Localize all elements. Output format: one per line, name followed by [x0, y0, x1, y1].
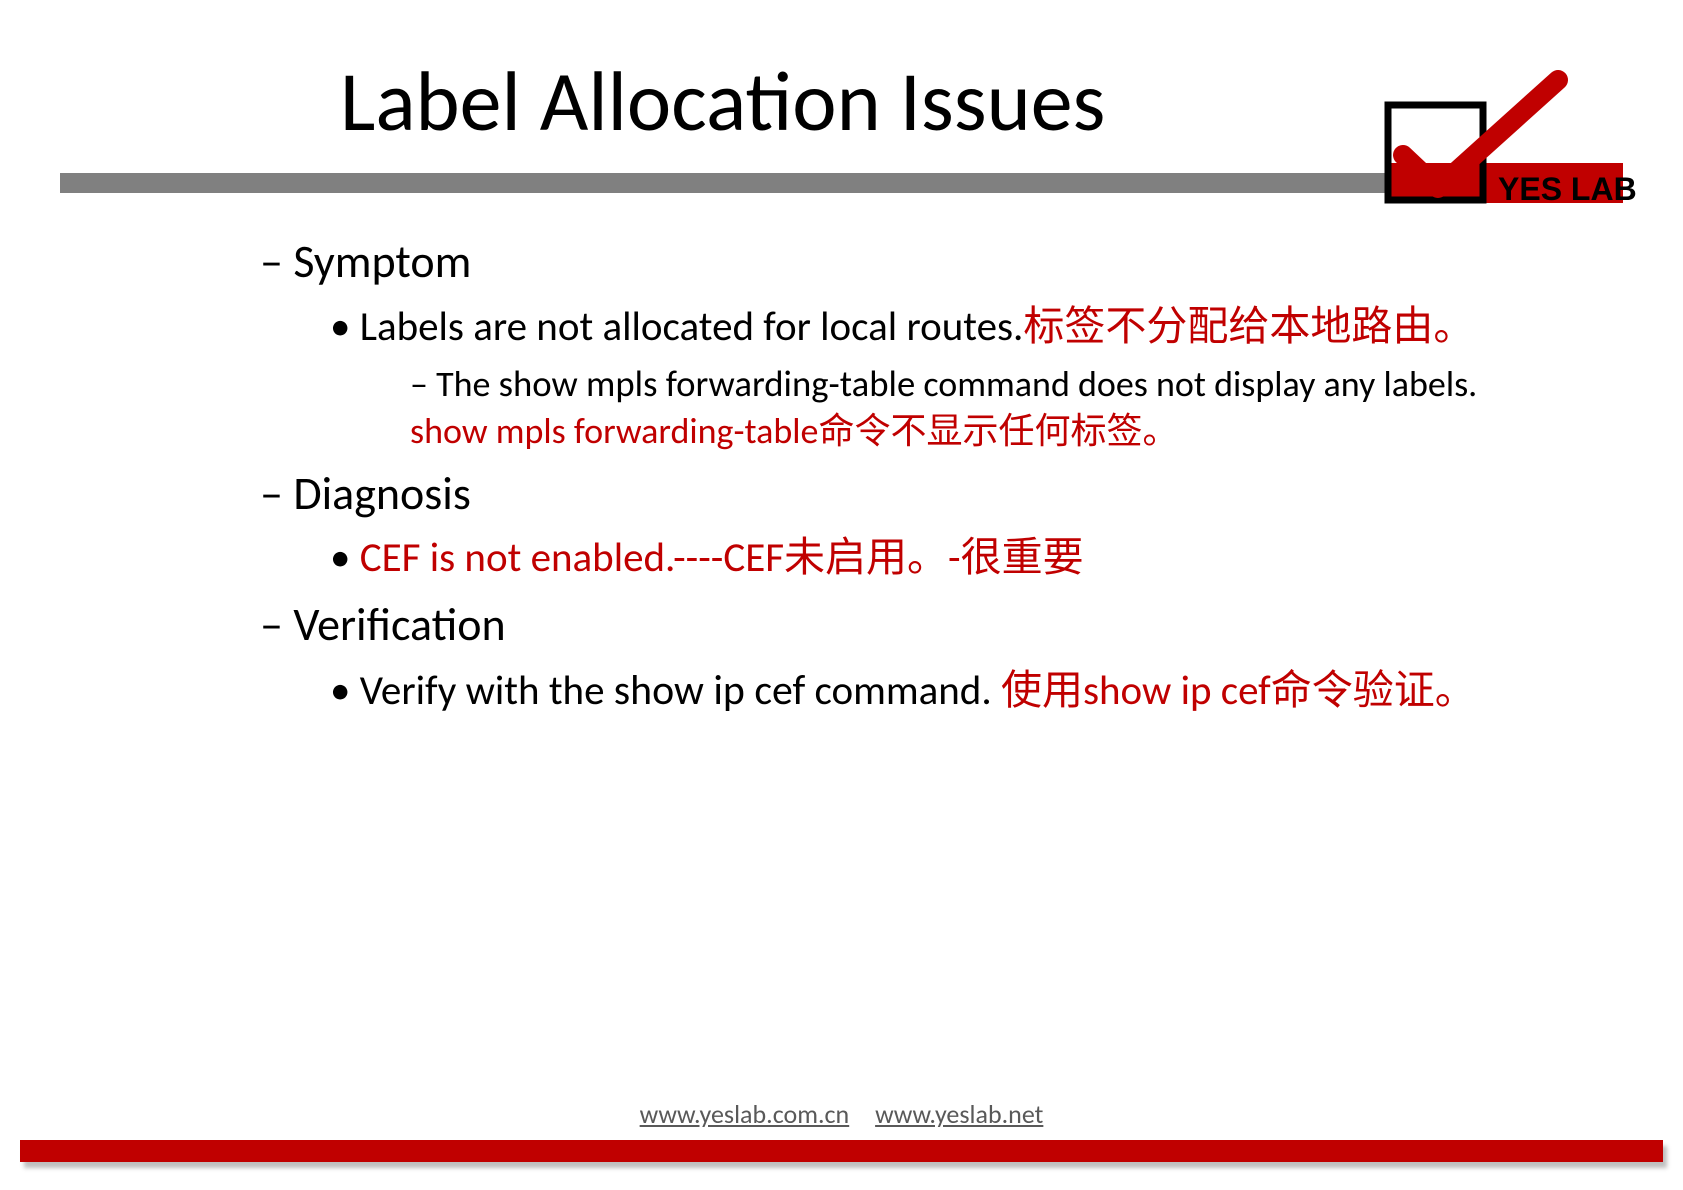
heading-diagnosis: Diagnosis [260, 465, 1533, 525]
verification-zh: 使用show ip cef命令验证。 [1001, 666, 1476, 716]
logo-text: YES LAB [1498, 171, 1637, 207]
symptom-sub-bullet: The show mpls forwarding-table command d… [410, 360, 1533, 455]
diagnosis-text: CEF is not enabled.----CEF未启用。-很重要 [360, 533, 1084, 583]
symptom-text-en: Labels are not allocated for local route… [360, 302, 1024, 352]
verification-en-post: command. [805, 666, 1001, 716]
footer-link-1[interactable]: www.yeslab.com.cn [640, 1098, 850, 1130]
heading-verification: Verification [260, 596, 1533, 656]
slide-title: Label Allocation Issues [340, 50, 1105, 153]
footer-link-2[interactable]: www.yeslab.net [875, 1098, 1043, 1130]
symptom-sub-en-post: command does not display any labels. [915, 362, 1477, 406]
verification-en-pre: Verify with the [360, 666, 614, 716]
symptom-sub-zh: show mpls forwarding-table命令不显示任何标签。 [410, 409, 1178, 453]
verification-cmd: show ip cef [614, 665, 805, 716]
symptom-sub-en-pre: The [436, 362, 499, 406]
yeslab-logo-icon: YES LAB [1368, 60, 1648, 210]
heading-symptom: Symptom [260, 233, 1533, 293]
verification-bullet: Verify with the show ip cef command. 使用s… [330, 664, 1533, 718]
divider-gray [60, 173, 1388, 193]
footer-links: www.yeslab.com.cn www.yeslab.net [0, 1098, 1683, 1130]
diagnosis-bullet: CEF is not enabled.----CEF未启用。-很重要 [330, 532, 1533, 585]
logo: YES LAB [1368, 60, 1648, 210]
symptom-text-zh: 标签不分配给本地路由。 [1023, 302, 1474, 352]
symptom-bullet: Labels are not allocated for local route… [330, 301, 1533, 354]
bottom-bar [20, 1140, 1663, 1162]
slide-container: Label Allocation Issues YES LAB Symptom … [0, 0, 1683, 1190]
content-area: Symptom Labels are not allocated for loc… [60, 193, 1623, 718]
symptom-sub-cmd: show mpls forwarding-table [499, 361, 916, 406]
